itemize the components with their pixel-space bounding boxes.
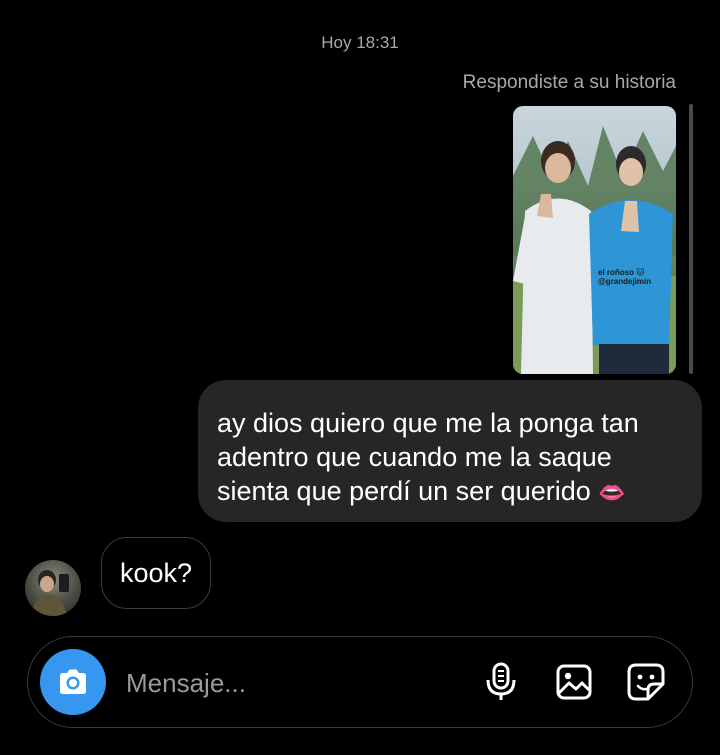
story-thumbnail[interactable]: el roñoso 🐱 @grandejimin xyxy=(513,106,676,374)
story-caption-line1: el roñoso 🐱 xyxy=(598,268,645,277)
story-watermark: el roñoso 🐱 @grandejimin xyxy=(598,268,651,286)
story-photo xyxy=(513,126,676,374)
outgoing-message-line3: sienta que perdí un ser querido 👄 xyxy=(217,474,684,510)
message-input[interactable] xyxy=(124,663,428,703)
microphone-button[interactable] xyxy=(479,660,523,704)
lips-emoji: 👄 xyxy=(598,480,626,505)
outgoing-message-line1: ay dios quiero que me la ponga tan xyxy=(217,408,639,438)
outgoing-message-line3-text: sienta que perdí un ser querido xyxy=(217,476,591,506)
story-caption-line2: @grandejimin xyxy=(598,277,652,286)
camera-button[interactable] xyxy=(40,649,106,715)
sticker-icon xyxy=(627,663,665,701)
contact-avatar[interactable] xyxy=(25,560,81,616)
microphone-icon xyxy=(486,662,516,700)
avatar-photo xyxy=(31,570,69,616)
incoming-message-bubble[interactable]: kook? xyxy=(101,537,212,609)
sticker-button[interactable] xyxy=(624,660,668,704)
message-composer xyxy=(27,636,693,728)
image-icon xyxy=(556,664,592,700)
camera-icon xyxy=(60,669,86,694)
chat-screen: Hoy 18:31 Respondiste a su historia el r… xyxy=(0,0,720,755)
outgoing-message-bubble[interactable]: ay dios quiero que me la ponga tan adent… xyxy=(198,380,702,522)
outgoing-message-line2: adentro que cuando me la saque xyxy=(217,442,612,472)
message-timestamp: Hoy 18:31 xyxy=(321,33,399,52)
story-reply-note: Respondiste a su historia xyxy=(462,72,676,93)
gallery-button[interactable] xyxy=(552,660,596,704)
scrollbar[interactable] xyxy=(689,104,693,374)
